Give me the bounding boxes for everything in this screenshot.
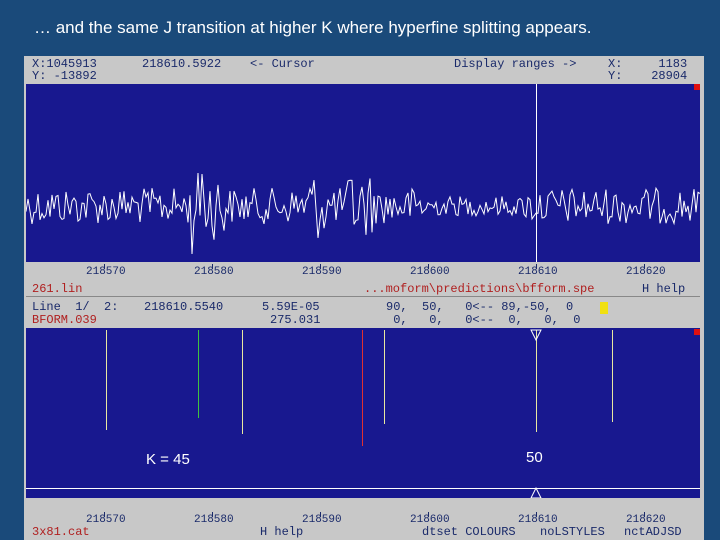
top-frequency-axis: 218570 218580 218590 218600 218610 21862…: [26, 264, 700, 278]
top-axis-tick-label: 218590: [302, 266, 342, 278]
top-axis-tick-label: 218620: [626, 266, 666, 278]
top-spectrum-panel[interactable]: [26, 84, 700, 262]
bottom-axis-tick-label: 218580: [194, 514, 234, 526]
bottom-help-button[interactable]: H help: [260, 526, 303, 538]
line-energy: 275.031: [270, 313, 321, 327]
top-axis-tick-label: 218580: [194, 266, 234, 278]
bottom-axis-tick-label: 218590: [302, 514, 342, 526]
top-axis-tick-label: 218610: [518, 266, 558, 278]
baseline: [26, 488, 700, 489]
slide-title: … and the same J transition at higher K …: [34, 18, 592, 37]
display-ranges-label: Display ranges ->: [454, 57, 577, 71]
bottom-scale-marker[interactable]: [694, 329, 700, 335]
y-readout: Y: -13892: [32, 69, 97, 83]
catalog-file-name: BFORM.039: [32, 313, 97, 327]
adjust-button[interactable]: nctADJSD: [624, 526, 682, 538]
line-quantum-numbers-2: 0, 0, 0<-- 0, 0, 0: [386, 313, 581, 327]
k45-label: K = 45: [146, 451, 190, 468]
cursor-frequency: 218610.5922: [142, 57, 222, 71]
line-frequency: 218610.5540: [144, 300, 224, 314]
divider: [26, 296, 700, 297]
selection-marker[interactable]: [600, 302, 608, 314]
spectrum-trace: [26, 172, 700, 255]
top-scale-marker[interactable]: [694, 84, 700, 90]
top-file-name[interactable]: 261.lin: [32, 283, 82, 295]
prediction-file-path[interactable]: ...moform\predictions\bfform.spe: [364, 283, 594, 295]
line-intensity: 5.59E-05: [262, 300, 320, 314]
linestyles-button[interactable]: noLSTYLES: [540, 526, 605, 538]
line-quantum-numbers: 90, 50, 0<-- 89,-50, 0: [386, 300, 574, 314]
top-axis-tick-label: 218600: [410, 266, 450, 278]
spectrum-window: X:1045913 Y: -13892 218610.5922 <- Curso…: [24, 56, 704, 540]
k50-label: 50: [526, 449, 543, 466]
bottom-file-name[interactable]: 3x81.cat: [32, 526, 90, 538]
colours-button[interactable]: dtset COLOURS: [422, 526, 516, 538]
cursor-line[interactable]: [536, 84, 537, 262]
bottom-axis-tick-label: 218570: [86, 514, 126, 526]
line-label: Line 1/ 2:: [32, 300, 119, 314]
top-axis-tick-label: 218570: [86, 266, 126, 278]
bottom-frequency-axis: 218570 218580 218590 218600 218610 21862…: [26, 512, 700, 526]
top-help-button[interactable]: H help: [642, 283, 685, 295]
selected-line-marker: [530, 329, 542, 498]
cursor-label: <- Cursor: [250, 57, 315, 71]
bottom-stick-panel[interactable]: [26, 328, 700, 498]
range-y-readout: Y: 28904: [608, 69, 688, 83]
